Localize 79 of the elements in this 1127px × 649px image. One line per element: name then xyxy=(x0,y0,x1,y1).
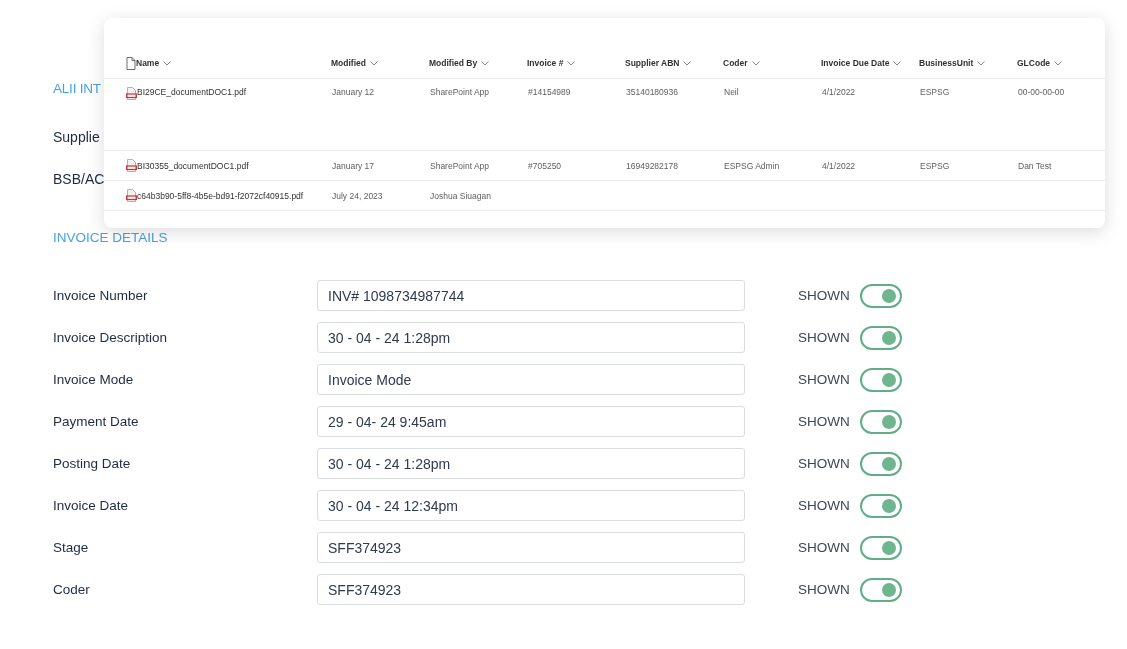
toggle-switch[interactable] xyxy=(860,577,902,602)
table-cell-text: July 24, 2023 xyxy=(332,190,384,201)
table-cell-text: ESPSG xyxy=(920,160,951,171)
field-label: Invoice Mode xyxy=(53,372,135,387)
column-header[interactable]: Coder xyxy=(723,58,821,68)
chevron-down-icon xyxy=(567,60,576,66)
table-cell-text: Joshua Siuagan xyxy=(430,190,492,201)
field-label: Posting Date xyxy=(53,456,132,471)
field-label: Invoice Number xyxy=(53,288,149,303)
table-cell-text: Neil xyxy=(724,87,740,97)
pdf-file-icon xyxy=(126,159,137,172)
field-label: Coder xyxy=(53,582,91,597)
column-header[interactable]: Modified xyxy=(331,58,429,68)
toggle-switch[interactable] xyxy=(860,409,902,434)
toggle-switch[interactable] xyxy=(860,367,902,392)
table-cell[interactable]: BI29CE_documentDOC1.pdf xyxy=(137,87,332,97)
table-cell-text: SharePoint App xyxy=(430,87,491,97)
status-label: SHOWN xyxy=(798,498,851,513)
status-label: SHOWN xyxy=(798,330,851,345)
chevron-down-icon xyxy=(751,60,760,66)
table-cell-text: 4/1/2022 xyxy=(822,160,857,171)
toggle-switch[interactable] xyxy=(860,451,902,476)
table-cell-text: January 12 xyxy=(332,87,376,97)
status-label: SHOWN xyxy=(798,456,851,471)
table-cell-text: January 17 xyxy=(332,160,376,171)
table-cell-text: 00-00-00-00 xyxy=(1018,87,1066,97)
chevron-down-icon xyxy=(892,60,901,66)
chevron-down-icon xyxy=(369,60,378,66)
chevron-down-icon xyxy=(1054,60,1063,66)
text-field[interactable]: 30 - 04 - 24 12:34pm xyxy=(317,490,745,521)
chevron-down-icon xyxy=(683,60,692,66)
field-label: Stage xyxy=(53,540,90,555)
section-heading: ALII INT xyxy=(53,80,101,98)
field-label: Payment Date xyxy=(53,414,140,429)
table-cell[interactable]: c64b3b90-5ff8-4b5e-bd91-f2072cf40915.pdf xyxy=(137,190,332,201)
toggle-switch[interactable] xyxy=(860,325,902,350)
toggle-switch[interactable] xyxy=(860,493,902,518)
column-header[interactable]: Supplier ABN xyxy=(625,58,723,68)
table-cell-text: ESPSG Admin xyxy=(724,160,781,171)
table-cell-text: 4/1/2022 xyxy=(822,87,857,97)
status-label: SHOWN xyxy=(798,582,851,597)
field-label: Invoice Date xyxy=(53,498,130,513)
table-cell-text: SharePoint App xyxy=(430,160,491,171)
table-cell-text: 35140180936 xyxy=(626,87,679,97)
text-field[interactable]: SFF374923 xyxy=(317,574,745,605)
file-icon xyxy=(126,56,136,70)
text-field[interactable]: Invoice Mode xyxy=(317,364,745,395)
column-header[interactable]: Name xyxy=(136,58,331,68)
text-field[interactable]: 30 - 04 - 24 1:28pm xyxy=(317,448,745,479)
text-field[interactable]: 30 - 04 - 24 1:28pm xyxy=(317,322,745,353)
status-label: SHOWN xyxy=(798,414,851,429)
chevron-down-icon xyxy=(163,60,172,66)
status-label: SHOWN xyxy=(798,540,851,555)
table-cell[interactable]: BI30355_documentDOC1.pdf xyxy=(137,160,332,171)
column-header[interactable]: Invoice # xyxy=(527,58,625,68)
table-cell-text: Dan Test xyxy=(1018,160,1053,171)
table-cell-text: ESPSG xyxy=(920,87,951,97)
column-header[interactable]: GLCode xyxy=(1017,58,1115,68)
chevron-down-icon xyxy=(977,60,986,66)
toggle-switch[interactable] xyxy=(860,283,902,308)
table-cell-text: 16949282178 xyxy=(626,160,679,171)
column-header[interactable]: BusinessUnit xyxy=(919,58,1017,68)
column-header[interactable]: Invoice Due Date xyxy=(821,58,919,68)
column-header[interactable]: Modified By xyxy=(429,58,527,68)
status-label: SHOWN xyxy=(798,288,851,303)
field-label: BSB/AC xyxy=(53,171,105,187)
text-field[interactable]: SFF374923 xyxy=(317,532,745,563)
table-cell-text: #14154989 xyxy=(528,87,572,97)
table-cell-text: #705250 xyxy=(528,160,563,171)
text-field[interactable]: INV# 1098734987744 xyxy=(317,280,745,311)
text-field[interactable]: 29 - 04- 24 9:45am xyxy=(317,406,745,437)
chevron-down-icon xyxy=(481,60,490,66)
field-label: Invoice Description xyxy=(53,330,169,345)
toggle-switch[interactable] xyxy=(860,535,902,560)
pdf-file-icon xyxy=(126,87,137,100)
field-label: Supplie xyxy=(53,129,100,145)
section-heading: INVOICE DETAILS xyxy=(53,229,168,247)
status-label: SHOWN xyxy=(798,372,851,387)
pdf-file-icon xyxy=(126,189,137,202)
